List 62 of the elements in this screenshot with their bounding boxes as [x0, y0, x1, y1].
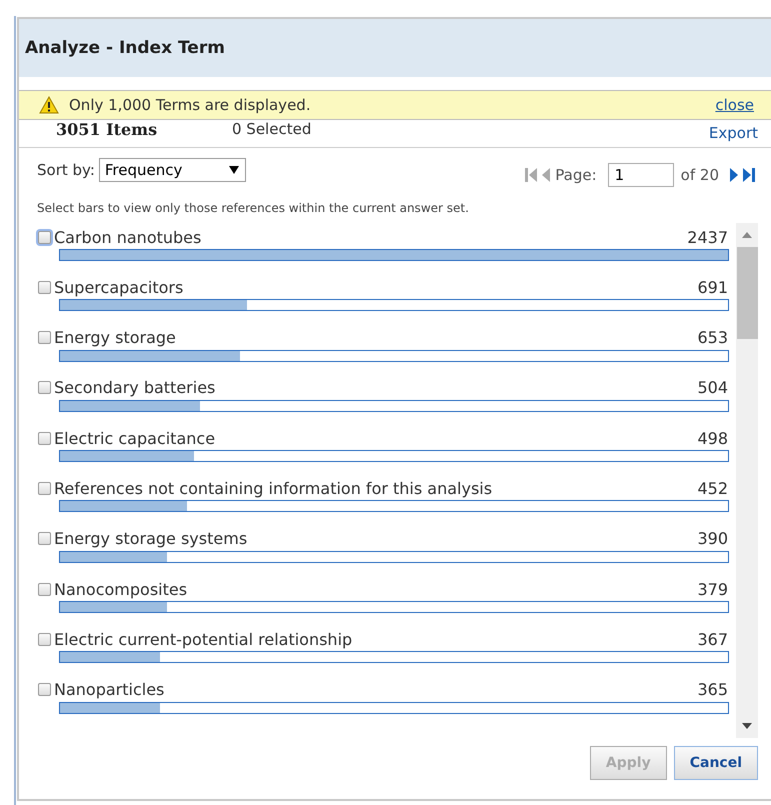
hint-text: Select bars to view only those references within the current answer set. — [36, 200, 470, 217]
scroll-down-icon[interactable] — [742, 723, 752, 729]
checkbox[interactable] — [38, 280, 51, 294]
term-count: 367 — [697, 630, 728, 649]
frequency-bar-track[interactable] — [59, 651, 729, 664]
term-label: Nanoparticles — [54, 680, 166, 700]
term-count: 452 — [697, 478, 728, 498]
caret-icon — [228, 166, 239, 174]
checkbox[interactable] — [38, 432, 51, 445]
warning-icon — [39, 96, 59, 114]
term-label: Energy storage systems — [54, 529, 248, 548]
term-count: 365 — [697, 680, 728, 700]
term-label: Secondary batteries — [54, 378, 216, 398]
frequency-bar-track[interactable] — [59, 500, 729, 512]
checkbox[interactable] — [38, 532, 51, 546]
first-page-icon[interactable] — [525, 166, 538, 182]
sort-label: Sort by: — [37, 161, 95, 179]
frequency-bar-track[interactable] — [59, 400, 729, 412]
term-label: Energy storage — [54, 328, 177, 348]
term-label: Nanocomposites — [54, 580, 188, 599]
page-total: of 20 — [680, 166, 719, 184]
term-label: Electric capacitance — [54, 428, 216, 448]
dialog-title: Analyze - Index Term — [25, 38, 225, 58]
term-label: Carbon nanotubes — [54, 228, 202, 246]
checkbox[interactable] — [38, 482, 51, 495]
frequency-bar-track[interactable] — [59, 299, 729, 312]
frequency-bar-track[interactable] — [59, 601, 729, 614]
term-count: 2437 — [687, 228, 728, 246]
frequency-bar-track[interactable] — [59, 450, 729, 462]
page-field[interactable]: 1 — [608, 162, 674, 186]
previous-page-icon[interactable] — [542, 166, 550, 182]
term-label: References not containing information for this analysis — [54, 478, 494, 498]
checkbox[interactable] — [38, 683, 51, 696]
term-count: 390 — [697, 529, 728, 548]
term-count: 691 — [697, 278, 728, 297]
term-count: 498 — [697, 428, 728, 448]
sort-dropdown[interactable]: Frequency — [98, 158, 246, 182]
checkbox[interactable] — [38, 331, 51, 344]
next-page-icon[interactable] — [730, 166, 738, 182]
dialog-button[interactable]: Cancel — [674, 746, 758, 780]
term-label: Supercapacitors — [54, 278, 184, 297]
scroll-up-icon[interactable] — [742, 232, 752, 238]
frequency-bar-track[interactable] — [59, 350, 729, 362]
scroll-thumb[interactable] — [736, 247, 758, 339]
notice-text: Only 1,000 Terms are displayed. — [69, 96, 312, 114]
checkbox[interactable] — [38, 381, 51, 394]
checkbox[interactable] — [38, 582, 51, 596]
scrollbar[interactable] — [736, 223, 758, 738]
export-link[interactable]: Export — [708, 124, 758, 142]
term-label: Electric current-potential relationship — [54, 630, 354, 649]
page-label: Page: — [555, 166, 597, 184]
selected-count: 0 Selected — [232, 120, 312, 138]
term-count: 653 — [697, 328, 728, 348]
close-link[interactable]: close — [715, 96, 754, 114]
checkbox[interactable] — [38, 230, 51, 244]
term-count: 379 — [697, 580, 728, 599]
item-count: 3051 Items — [56, 120, 158, 139]
checkbox[interactable] — [38, 632, 51, 646]
last-page-icon[interactable] — [743, 166, 755, 182]
frequency-bar-track[interactable] — [59, 702, 729, 714]
frequency-bar-track[interactable] — [59, 550, 729, 563]
term-count: 504 — [697, 378, 728, 398]
